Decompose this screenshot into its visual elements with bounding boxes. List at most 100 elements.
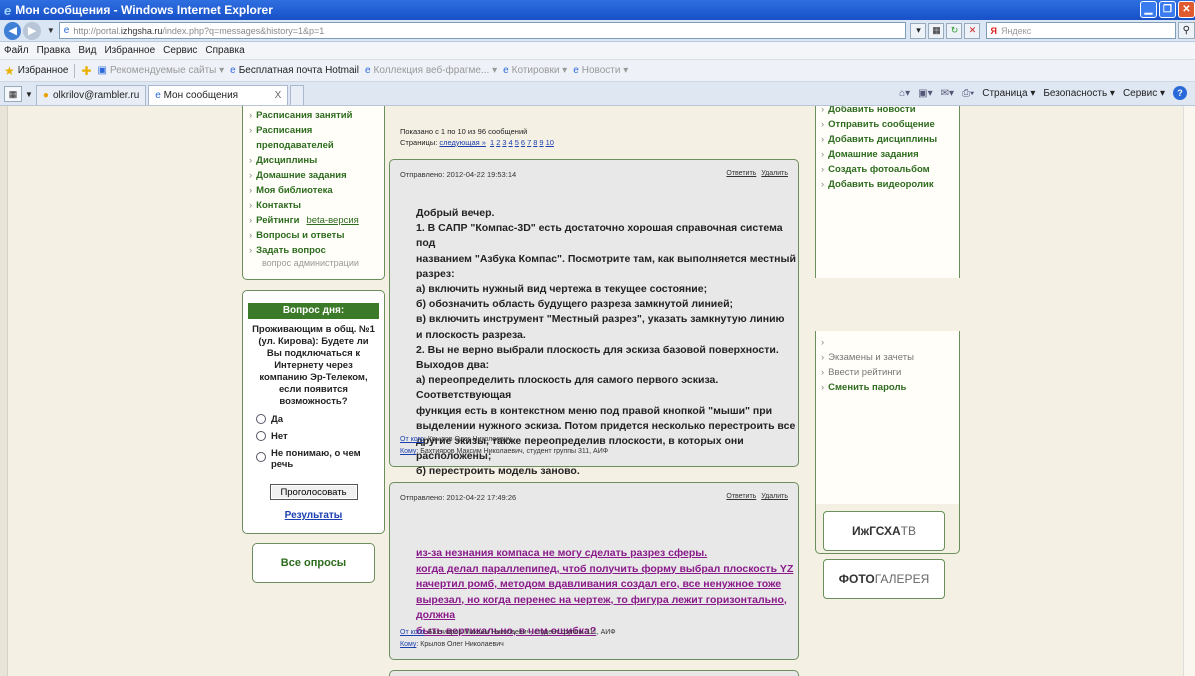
page-link[interactable]: 3 xyxy=(502,138,506,147)
close-window-button[interactable]: ✕ xyxy=(1178,1,1195,18)
compat-view-icon[interactable]: ▦ xyxy=(928,22,945,39)
page-link[interactable]: 5 xyxy=(515,138,519,147)
feeds-icon[interactable]: ▣▾ xyxy=(918,88,932,99)
service-menu[interactable]: Сервис ▾ xyxy=(1123,88,1165,99)
home-icon[interactable]: ⌂▾ xyxy=(899,88,910,99)
tab-list-dropdown-icon[interactable]: ▼ xyxy=(25,90,33,99)
tab-close-icon[interactable]: X xyxy=(275,90,282,101)
tv-banner[interactable]: ИжГСХА ТВ xyxy=(823,511,945,551)
search-icon[interactable]: ⚲ xyxy=(1177,22,1195,39)
from-label[interactable]: От кого xyxy=(400,629,424,636)
radio-button[interactable] xyxy=(256,414,266,424)
nav-library[interactable]: › Моя библиотека xyxy=(249,183,380,198)
favorites-button[interactable]: ★ Избранное xyxy=(4,64,68,78)
page-menu[interactable]: Страница ▾ xyxy=(982,88,1035,99)
message-to: Кому: Крылов Олег Николаевич xyxy=(400,641,504,648)
menu-file[interactable]: Файл xyxy=(4,45,29,56)
maximize-button[interactable]: ❐ xyxy=(1159,1,1176,18)
nav-ratings[interactable]: › Рейтинги beta-версия xyxy=(249,213,380,228)
reply-link[interactable]: Ответить xyxy=(726,493,756,500)
history-dropdown-icon[interactable]: ▼ xyxy=(47,26,55,35)
change-password-link[interactable]: › Сменить пароль xyxy=(816,380,959,395)
page-link[interactable]: 10 xyxy=(546,138,554,147)
homework-link[interactable]: › Домашние задания xyxy=(816,147,959,162)
print-icon[interactable]: ⎙▾ xyxy=(962,88,974,99)
fav-webslice[interactable]: e Коллекция веб-фрагме... ▾ xyxy=(365,65,497,76)
url-dropdown-icon[interactable]: ▾ xyxy=(910,22,927,39)
refresh-icon[interactable]: ↻ xyxy=(946,22,963,39)
forward-button[interactable]: ▶ xyxy=(23,21,41,40)
add-news-link[interactable]: › Добавить новости xyxy=(816,106,959,117)
poll-option-unsure[interactable]: Не понимаю, о чем речь xyxy=(248,448,379,470)
help-icon[interactable]: ? xyxy=(1173,86,1187,100)
next-page-link[interactable]: следующая » xyxy=(439,138,486,147)
right-admin-menu: › Добавить новости › Отправить сообщение ›… xyxy=(815,106,960,278)
page-link[interactable]: 2 xyxy=(496,138,500,147)
nav-teacher-schedule[interactable]: › Расписания преподавателей xyxy=(249,123,380,153)
minimize-button[interactable]: ▁ xyxy=(1140,1,1157,18)
nav-schedule[interactable]: › Расписания занятий xyxy=(249,108,380,123)
to-label[interactable]: Кому xyxy=(400,448,416,455)
fav-suggested-sites[interactable]: ▣ Рекомендуемые сайты ▾ xyxy=(98,65,225,76)
menu-view[interactable]: Вид xyxy=(78,45,96,56)
nav-homework[interactable]: › Домашние задания xyxy=(249,168,380,183)
nav-contacts[interactable]: › Контакты xyxy=(249,198,380,213)
fav-hotmail[interactable]: e Бесплатная почта Hotmail xyxy=(230,65,359,76)
vote-button[interactable]: Проголосовать xyxy=(269,484,358,500)
tab-bar: ▦ ▼ ● olkrilov@rambler.ru e Мон сообщени… xyxy=(0,82,1195,106)
tab-rambler[interactable]: ● olkrilov@rambler.ru xyxy=(35,85,147,105)
stop-icon[interactable]: ✕ xyxy=(964,22,981,39)
from-label[interactable]: От кого xyxy=(400,436,424,443)
nav-ask[interactable]: › Задать вопрос xyxy=(249,243,380,258)
mail-icon[interactable]: ✉▾ xyxy=(941,88,954,99)
reply-link[interactable]: Ответить xyxy=(726,170,756,177)
menu-edit[interactable]: Правка xyxy=(37,45,71,56)
to-label[interactable]: Кому xyxy=(400,641,416,648)
results-link[interactable]: Результаты xyxy=(248,510,379,521)
vertical-scrollbar[interactable] xyxy=(1183,106,1195,676)
menu-help[interactable]: Справка xyxy=(205,45,244,56)
menu-tools[interactable]: Сервис xyxy=(163,45,197,56)
send-message-link[interactable]: › Отправить сообщение xyxy=(816,117,959,132)
nav-disciplines[interactable]: › Дисциплины xyxy=(249,153,380,168)
enter-ratings-link[interactable]: › Ввести рейтинги xyxy=(816,365,959,380)
url-field[interactable]: e http://portal. izhgsha.ru/index.php?q=m… xyxy=(58,22,907,39)
beta-link[interactable]: beta-версия xyxy=(306,213,358,228)
poll-option-yes[interactable]: Да xyxy=(248,414,379,425)
tab-messages[interactable]: e Мон сообщения X xyxy=(148,85,289,105)
all-polls-button[interactable]: Все опросы xyxy=(252,543,375,583)
quick-tabs-icon[interactable]: ▦ xyxy=(4,86,22,102)
arrow-icon: › xyxy=(249,170,253,181)
menu-favorites[interactable]: Избранное xyxy=(104,45,155,56)
new-tab-button[interactable] xyxy=(290,85,305,105)
page-link[interactable]: 4 xyxy=(509,138,513,147)
yandex-icon: Я xyxy=(990,25,997,36)
fav-news[interactable]: e Новости ▾ xyxy=(573,65,628,76)
favorites-bar: ★ Избранное ✚ ▣ Рекомендуемые сайты ▾ e Бе… xyxy=(0,60,1195,82)
fav-quotes[interactable]: e Котировки ▾ xyxy=(503,65,567,76)
page-link[interactable]: 6 xyxy=(521,138,525,147)
page-link[interactable]: 9 xyxy=(539,138,543,147)
delete-link[interactable]: Удалить xyxy=(761,170,788,177)
create-album-link[interactable]: › Создать фотоальбом xyxy=(816,162,959,177)
exams-link[interactable]: › Экзамены и зачеты xyxy=(816,350,959,365)
page-link[interactable]: 1 xyxy=(490,138,494,147)
from-value: : Крылов Олег Николаевич xyxy=(423,436,512,443)
photo-gallery-banner[interactable]: ФОТО ГАЛЕРЕЯ xyxy=(823,559,945,599)
search-input[interactable]: Я Яндекс xyxy=(986,22,1176,39)
add-disciplines-link[interactable]: › Добавить дисциплины xyxy=(816,132,959,147)
radio-button[interactable] xyxy=(256,431,266,441)
back-button[interactable]: ◀ xyxy=(4,21,22,40)
ie-page-icon: e xyxy=(364,65,371,76)
arrow-icon: › xyxy=(821,179,825,190)
poll-option-no[interactable]: Нет xyxy=(248,431,379,442)
add-favorite-icon[interactable]: ✚ xyxy=(81,64,91,78)
nav-qa[interactable]: › Вопросы и ответы xyxy=(249,228,380,243)
security-menu[interactable]: Безопасность ▾ xyxy=(1043,88,1115,99)
add-video-link[interactable]: › Добавить видеоролик xyxy=(816,177,959,192)
page-link[interactable]: 8 xyxy=(533,138,537,147)
delete-link[interactable]: Удалить xyxy=(761,493,788,500)
radio-button[interactable] xyxy=(256,452,266,462)
ie-page-icon: e xyxy=(155,90,161,101)
page-link[interactable]: 7 xyxy=(527,138,531,147)
